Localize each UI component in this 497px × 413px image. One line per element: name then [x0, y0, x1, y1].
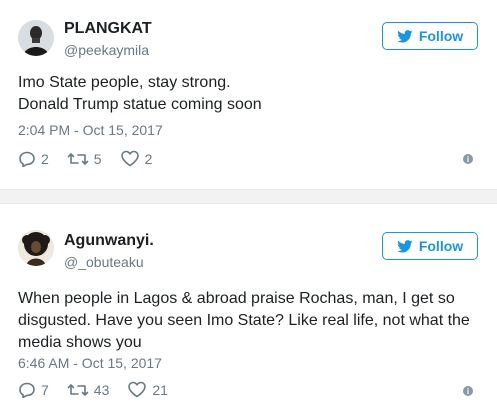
like-button[interactable]: 21 — [127, 381, 168, 398]
display-name[interactable]: PLANGKAT — [64, 20, 152, 38]
avatar[interactable] — [18, 230, 54, 266]
tweet-text-line: Imo State people, stay strong. — [18, 74, 231, 91]
timestamp[interactable]: 6:46 AM - Oct 15, 2017 — [18, 355, 162, 371]
reply-icon — [19, 382, 35, 398]
info-icon[interactable]: i — [463, 154, 473, 164]
twitter-bird-icon — [397, 29, 413, 42]
tweet-text-line: Donald Trump statue coming soon — [18, 96, 262, 113]
follow-button[interactable]: Follow — [382, 232, 478, 260]
avatar[interactable] — [18, 20, 54, 56]
display-name[interactable]: Agunwanyi. — [64, 232, 154, 250]
tweet-separator — [0, 189, 497, 204]
follow-label: Follow — [418, 28, 464, 44]
retweet-button[interactable]: 43 — [67, 381, 110, 398]
action-bar: 2 5 2 — [18, 150, 170, 167]
tweet-text: Imo State people, stay strong. Donald Tr… — [18, 72, 483, 116]
tweet-text: When people in Lagos & abroad praise Roc… — [18, 288, 483, 354]
retweet-button[interactable]: 5 — [67, 151, 102, 167]
like-count: 21 — [152, 381, 168, 398]
like-count: 2 — [144, 150, 153, 167]
retweet-icon — [67, 152, 89, 165]
user-handle[interactable]: @_obuteaku — [64, 254, 144, 270]
info-icon[interactable]: i — [463, 386, 473, 396]
timestamp[interactable]: 2:04 PM - Oct 15, 2017 — [18, 122, 163, 138]
reply-icon — [19, 151, 35, 167]
tweet-card: PLANGKAT @peekaymila Follow Imo State pe… — [0, 0, 497, 189]
follow-button[interactable]: Follow — [382, 22, 478, 50]
reply-count: 2 — [41, 150, 49, 167]
follow-label: Follow — [418, 238, 464, 254]
reply-button[interactable]: 2 — [18, 151, 49, 167]
retweet-count: 5 — [93, 150, 102, 167]
like-icon — [120, 150, 139, 167]
reply-button[interactable]: 7 — [18, 382, 49, 398]
like-icon — [128, 381, 147, 398]
retweet-count: 43 — [93, 381, 110, 398]
tweet-card: Agunwanyi. @_obuteaku Follow When people… — [0, 204, 497, 413]
action-bar: 7 43 21 — [18, 381, 186, 398]
like-button[interactable]: 2 — [120, 150, 153, 167]
twitter-bird-icon — [397, 239, 413, 252]
reply-count: 7 — [41, 381, 49, 398]
retweet-icon — [67, 383, 89, 396]
tweet-text-line: When people in Lagos & abroad praise Roc… — [18, 290, 470, 351]
user-handle[interactable]: @peekaymila — [64, 42, 149, 58]
